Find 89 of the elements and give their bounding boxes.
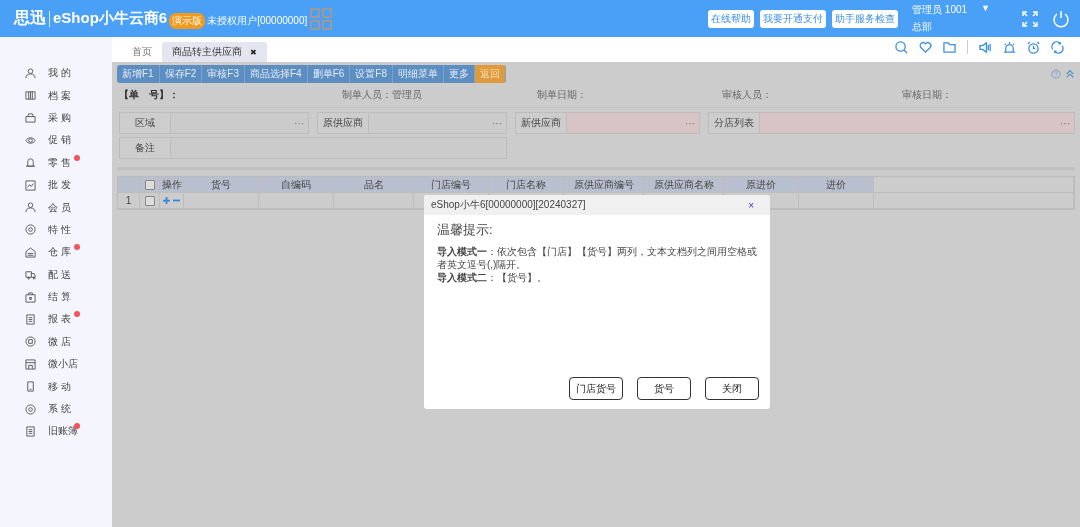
branch-name: 总部	[912, 20, 934, 34]
sidebar-item[interactable]: 档 案	[0, 84, 112, 107]
picker-field[interactable]: 区域 ···	[119, 112, 309, 134]
phone-icon	[25, 381, 36, 393]
dialog-button[interactable]: 关闭	[705, 377, 759, 400]
folder-icon[interactable]	[943, 40, 956, 54]
instruction-text: 导入模式二：【货号】。	[437, 271, 548, 284]
column-header: 原供应商名称	[644, 177, 724, 193]
dialog-button[interactable]: 货号	[637, 377, 691, 400]
remark-field[interactable]: 备注	[119, 137, 507, 159]
close-icon[interactable]: ✖	[250, 47, 257, 57]
dialog-heading: 温馨提示:	[437, 221, 494, 239]
truck-icon	[25, 269, 36, 281]
sidebar-item[interactable]: 移 动	[0, 375, 112, 398]
brand-logo: 思迅	[14, 8, 46, 28]
warehouse-icon	[25, 246, 36, 258]
column-header: 门店编号	[414, 177, 489, 193]
store-icon	[25, 336, 36, 348]
sidebar-item[interactable]: 特 性	[0, 218, 112, 242]
sidebar-item[interactable]: 零 售	[0, 151, 112, 174]
alarm-clock-icon[interactable]	[1027, 40, 1040, 54]
info-label: 审核人员：	[720, 88, 773, 102]
sidebar-item[interactable]: 采 购	[0, 106, 112, 130]
bag-icon	[25, 291, 36, 303]
row-number: 1	[118, 193, 140, 209]
column-header: 操作	[160, 177, 184, 193]
header-link[interactable]: 在线帮助	[708, 9, 755, 28]
bell-icon	[25, 157, 36, 169]
sidebar-item[interactable]: 我 的	[0, 62, 112, 85]
dialog-button[interactable]: 门店货号	[569, 377, 623, 400]
target-icon	[25, 224, 36, 236]
row-checkbox[interactable]	[144, 195, 155, 206]
power-icon[interactable]	[1052, 9, 1070, 28]
column-header: 进价	[799, 177, 874, 193]
sidebar-item[interactable]: 结 算	[0, 285, 112, 309]
column-header: 门店名称	[489, 177, 564, 193]
sidebar-item[interactable]: 促 销	[0, 129, 112, 152]
minus-icon[interactable]	[173, 197, 180, 204]
info-label: 制单日期：	[535, 88, 588, 102]
sidebar-item[interactable]: 批 发	[0, 173, 112, 197]
gear-icon	[25, 403, 36, 415]
column-header: 自编码	[259, 177, 334, 193]
header-link[interactable]: 我要开通支付	[760, 9, 827, 28]
picker-field[interactable]: 新供应商 ···	[515, 112, 700, 134]
page-tab[interactable]: 首页	[122, 42, 162, 62]
help-icon[interactable]	[1051, 69, 1061, 79]
instruction-text: 导入模式一：依次包含【门店】【货号】两列，文本文档列之间用空格或者英文逗号(,)隔开。	[437, 245, 757, 271]
select-all-checkbox[interactable]	[144, 179, 155, 190]
picker-field[interactable]: 分店列表 ···	[708, 112, 1075, 134]
sidebar-item[interactable]: 系 统	[0, 397, 112, 421]
basket-icon	[25, 112, 36, 124]
chart-icon	[25, 179, 36, 191]
alarm-light-icon[interactable]	[1003, 40, 1016, 54]
eye-icon	[25, 134, 36, 146]
sidebar-item[interactable]: 旧账簿	[0, 420, 112, 443]
column-header: 原供应商编号	[564, 177, 644, 193]
document-icon	[25, 425, 36, 437]
sidebar-item[interactable]: 仓 库	[0, 241, 112, 264]
speaker-icon[interactable]	[979, 40, 992, 54]
search-icon[interactable]	[895, 40, 908, 54]
column-header: 货号	[184, 177, 259, 193]
picker-field[interactable]: 原供应商 ···	[317, 112, 507, 134]
shop-icon	[25, 358, 36, 370]
sidebar-item[interactable]: 微小店	[0, 353, 112, 376]
heart-icon[interactable]	[919, 40, 932, 54]
column-header: 原进价	[724, 177, 799, 193]
refresh-icon[interactable]	[1051, 40, 1064, 54]
sidebar-item[interactable]: 报 表	[0, 308, 112, 331]
collapse-icon[interactable]	[1065, 69, 1075, 79]
header-link[interactable]: 助手服务检查	[832, 9, 899, 28]
page-tab[interactable]: 商品转主供应商 ✖	[162, 42, 267, 62]
info-label: 制单人员：管理员	[340, 88, 423, 102]
person-icon	[25, 202, 36, 214]
sidebar-item[interactable]: 会 员	[0, 196, 112, 219]
person-icon	[25, 67, 36, 79]
plus-icon[interactable]	[163, 197, 170, 204]
column-header: 品名	[334, 177, 414, 193]
product-name: eShop小牛云商6	[53, 9, 168, 28]
close-icon[interactable]: ×	[748, 199, 754, 211]
document-icon	[25, 314, 36, 325]
license-text: 未授权用户[00000000]	[207, 14, 308, 28]
sidebar-item[interactable]: 微 店	[0, 330, 112, 354]
columns-icon	[25, 90, 36, 102]
edition-badge: 演示版	[169, 13, 206, 29]
sidebar-item[interactable]: 配 送	[0, 263, 112, 286]
info-label: 审核日期：	[900, 88, 953, 102]
dialog-title: eShop小牛6[00000000][20240327]	[431, 198, 586, 212]
info-label: 【单 号】：	[119, 88, 180, 102]
fullscreen-icon[interactable]	[1022, 10, 1038, 27]
